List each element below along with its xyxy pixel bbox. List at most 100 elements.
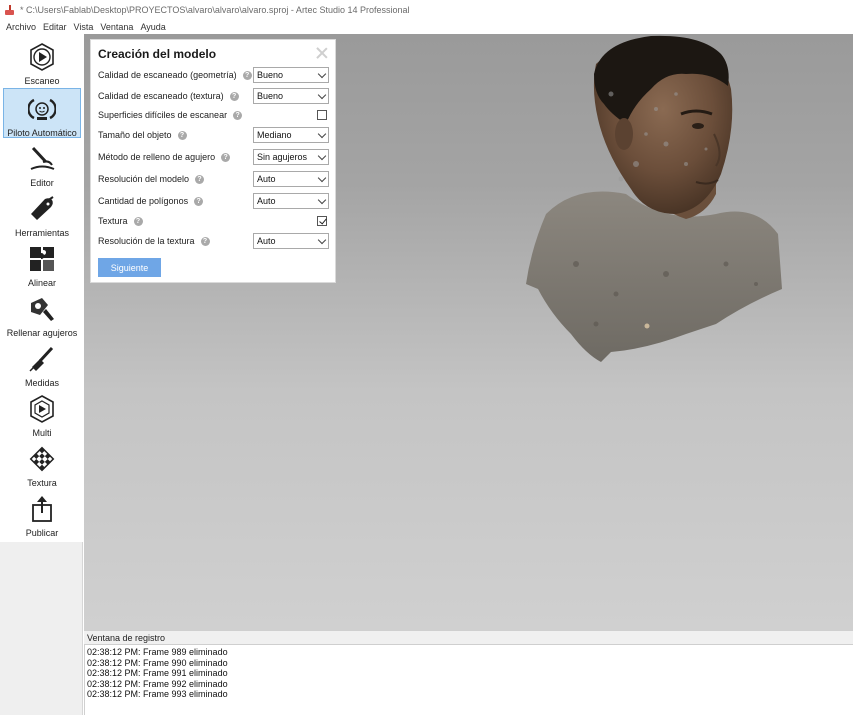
- texture-checkbox[interactable]: [317, 216, 327, 226]
- tool-alinear[interactable]: Alinear: [3, 238, 81, 288]
- menu-ventana[interactable]: Ventana: [100, 22, 133, 32]
- field-texture: Textura ?: [98, 212, 330, 230]
- texture-icon: [27, 444, 57, 473]
- tool-label: Alinear: [27, 278, 56, 288]
- toolbar-column: Escaneo Piloto Automático Editor Herrami…: [0, 34, 83, 542]
- multi-icon: [27, 394, 57, 423]
- tool-label: Multi: [32, 428, 52, 438]
- chevron-down-icon: [317, 235, 327, 245]
- select-value: Bueno: [257, 91, 284, 101]
- log-body[interactable]: 02:38:12 PM: Frame 989 eliminado 02:38:1…: [84, 645, 853, 715]
- window-title: * C:\Users\Fablab\Desktop\PROYECTOS\alva…: [20, 5, 410, 15]
- log-line: 02:38:12 PM: Frame 993 eliminado: [87, 689, 228, 699]
- tool-label: Piloto Automático: [7, 128, 77, 138]
- tool-label: Textura: [27, 478, 57, 488]
- difficult-surfaces-checkbox[interactable]: [317, 110, 327, 120]
- chevron-down-icon: [317, 151, 327, 161]
- model-resolution-select[interactable]: Auto: [253, 171, 329, 187]
- chevron-down-icon: [317, 90, 327, 100]
- object-size-select[interactable]: Mediano: [253, 127, 329, 143]
- help-icon[interactable]: ?: [195, 174, 205, 184]
- menu-bar: Archivo Editar Vista Ventana Ayuda: [0, 20, 853, 33]
- select-value: Mediano: [257, 130, 292, 140]
- field-label: Cantidad de polígonos: [98, 196, 189, 206]
- help-icon[interactable]: ?: [242, 70, 252, 80]
- tool-label: Herramientas: [14, 228, 70, 238]
- log-line: 02:38:12 PM: Frame 992 eliminado: [87, 678, 228, 689]
- tool-piloto-automatico[interactable]: Piloto Automático: [3, 88, 81, 138]
- log-line: 02:38:12 PM: Frame 989 eliminado: [87, 647, 228, 657]
- log-line: 02:38:12 PM: Frame 990 eliminado: [87, 657, 228, 668]
- help-icon[interactable]: ?: [177, 130, 187, 140]
- select-value: Auto: [257, 196, 276, 206]
- field-hole-fill-method: Método de relleno de agujero ? Sin aguje…: [98, 148, 330, 166]
- field-model-resolution: Resolución del modelo ? Auto: [98, 170, 330, 188]
- chevron-down-icon: [317, 69, 327, 79]
- help-icon[interactable]: ?: [233, 110, 243, 120]
- model-creation-panel: Creación del modelo Calidad de escaneado…: [90, 39, 336, 283]
- select-value: Auto: [257, 174, 276, 184]
- help-icon[interactable]: ?: [194, 196, 204, 206]
- next-button[interactable]: Siguiente: [98, 258, 161, 277]
- polygon-count-select[interactable]: Auto: [253, 193, 329, 209]
- help-icon[interactable]: ?: [221, 152, 231, 162]
- left-toolbar: Escaneo Piloto Automático Editor Herrami…: [0, 34, 83, 715]
- tool-escaneo[interactable]: Escaneo: [3, 36, 81, 86]
- scan-quality-texture-select[interactable]: Bueno: [253, 88, 329, 104]
- hole-fill-method-select[interactable]: Sin agujeros: [253, 149, 329, 165]
- chevron-down-icon: [317, 173, 327, 183]
- scan-icon: [27, 42, 57, 71]
- menu-archivo[interactable]: Archivo: [6, 22, 36, 32]
- log-window-title: Ventana de registro: [84, 630, 853, 645]
- tool-label: Editor: [30, 178, 54, 188]
- measures-icon: [27, 344, 57, 373]
- menu-ayuda[interactable]: Ayuda: [140, 22, 165, 32]
- field-label: Resolución del modelo: [98, 174, 190, 184]
- texture-resolution-select[interactable]: Auto: [253, 233, 329, 249]
- field-label: Textura: [98, 216, 128, 226]
- field-texture-resolution: Resolución de la textura ? Auto: [98, 232, 330, 250]
- tool-publicar[interactable]: Publicar: [3, 488, 81, 538]
- tool-textura[interactable]: Textura: [3, 438, 81, 488]
- chevron-down-icon: [317, 195, 327, 205]
- tools-icon: [27, 194, 57, 223]
- title-bar: * C:\Users\Fablab\Desktop\PROYECTOS\alva…: [0, 0, 853, 20]
- close-icon[interactable]: [315, 46, 329, 60]
- select-value: Auto: [257, 236, 276, 246]
- field-label: Tamaño del objeto: [98, 130, 172, 140]
- panel-title: Creación del modelo: [98, 47, 217, 61]
- align-icon: [27, 244, 57, 273]
- tool-editor[interactable]: Editor: [3, 138, 81, 188]
- tool-rellenar-agujeros[interactable]: Rellenar agujeros: [3, 288, 81, 338]
- log-line: 02:38:12 PM: Frame 991 eliminado: [87, 668, 228, 678]
- field-difficult-surfaces: Superficies difíciles de escanear ?: [98, 106, 330, 124]
- menu-editar[interactable]: Editar: [43, 22, 67, 32]
- help-icon[interactable]: ?: [133, 216, 143, 226]
- field-polygon-count: Cantidad de polígonos ? Auto: [98, 192, 330, 210]
- tool-medidas[interactable]: Medidas: [3, 338, 81, 388]
- field-scan-quality-texture: Calidad de escaneado (textura) ? Bueno: [98, 87, 330, 105]
- scan-quality-geometry-select[interactable]: Bueno: [253, 67, 329, 83]
- select-value: Bueno: [257, 70, 284, 80]
- field-label: Método de relleno de agujero: [98, 152, 216, 162]
- chevron-down-icon: [317, 129, 327, 139]
- 3d-model-scan[interactable]: [516, 34, 786, 369]
- fill-holes-icon: [27, 294, 57, 323]
- field-label: Superficies difíciles de escanear: [98, 110, 228, 120]
- help-icon[interactable]: ?: [200, 236, 210, 246]
- menu-vista[interactable]: Vista: [74, 22, 94, 32]
- tool-label: Publicar: [25, 528, 59, 538]
- field-label: Calidad de escaneado (textura): [98, 91, 224, 101]
- log-window: Ventana de registro 02:38:12 PM: Frame 9…: [84, 630, 853, 715]
- tool-label: Medidas: [24, 378, 60, 388]
- field-label: Calidad de escaneado (geometría): [98, 70, 237, 80]
- field-object-size: Tamaño del objeto ? Mediano: [98, 126, 330, 144]
- tool-label: Rellenar agujeros: [6, 328, 78, 338]
- publish-icon: [27, 494, 57, 523]
- select-value: Sin agujeros: [257, 152, 308, 162]
- autopilot-icon: [27, 95, 57, 123]
- tool-herramientas[interactable]: Herramientas: [3, 188, 81, 238]
- editor-icon: [27, 144, 57, 173]
- help-icon[interactable]: ?: [229, 91, 239, 101]
- tool-multi[interactable]: Multi: [3, 388, 81, 438]
